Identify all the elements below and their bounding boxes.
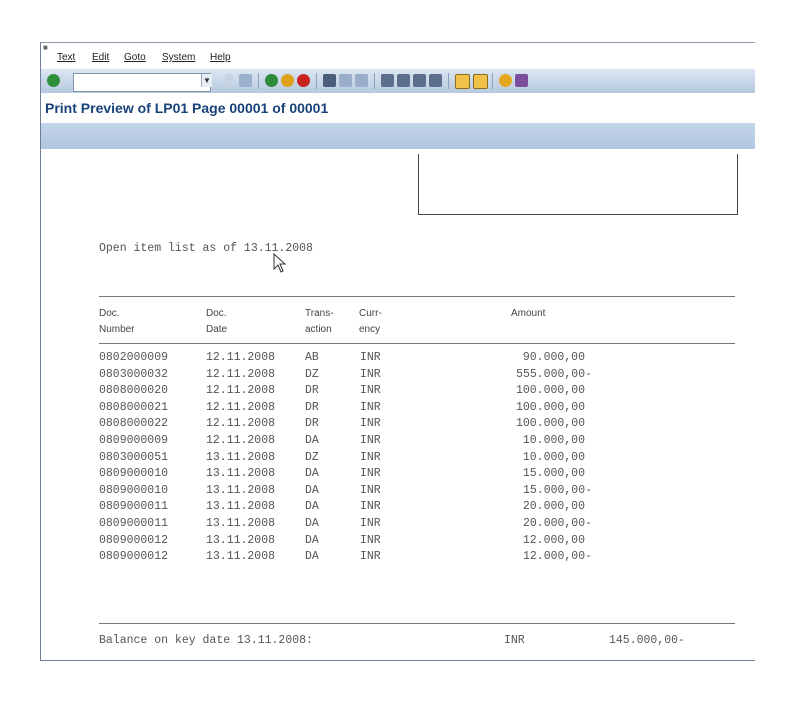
application-toolbar xyxy=(41,123,755,149)
window-menu-icon[interactable]: ■ xyxy=(43,43,48,52)
find-next-icon[interactable] xyxy=(355,74,368,87)
header-transaction: Trans-action xyxy=(305,308,334,335)
command-field[interactable] xyxy=(73,73,211,92)
help-icon[interactable] xyxy=(499,74,512,87)
title-bar: Print Preview of LP01 Page 00001 of 0000… xyxy=(41,93,755,121)
standard-toolbar: ▼ xyxy=(41,69,755,94)
exit-icon[interactable] xyxy=(281,74,294,87)
header-bottom-rule xyxy=(99,343,735,344)
amount-cell: 90.000,00 xyxy=(522,351,585,364)
shortcut-icon[interactable] xyxy=(473,74,488,89)
menu-edit[interactable]: Edit xyxy=(92,52,109,63)
header-doc-number: Doc. Number xyxy=(99,308,135,335)
header-doc-date: Doc. Date xyxy=(206,308,228,335)
header-currency: Curr-ency xyxy=(359,308,382,335)
amount-cell: 555.000,00- xyxy=(516,367,592,381)
amount-cell: 100.000,00 xyxy=(515,417,585,431)
back-icon[interactable] xyxy=(265,74,278,87)
amount-cell: 100.000,00 xyxy=(515,384,585,398)
amount-cell: 10.000,00 xyxy=(522,434,585,447)
menu-bar: ■ Text Edit Goto System Help xyxy=(41,43,755,69)
toolbar-separator xyxy=(258,73,259,89)
header-amount: Amount xyxy=(511,308,546,319)
save-icon[interactable] xyxy=(239,74,252,87)
amount-cell: 12.000,00 xyxy=(522,533,585,547)
amount-cell: 100.000,00 xyxy=(515,400,585,414)
find-icon[interactable] xyxy=(339,74,352,87)
balance-amount: 145.000,00- xyxy=(609,634,685,647)
toolbar-separator xyxy=(492,73,493,89)
create-session-icon[interactable] xyxy=(455,74,470,89)
mouse-cursor-icon xyxy=(273,253,287,273)
enter-icon[interactable] xyxy=(47,74,60,87)
cancel-icon[interactable] xyxy=(297,74,310,87)
toolbar-separator xyxy=(448,73,449,89)
command-dropdown-icon[interactable]: ▼ xyxy=(201,74,212,87)
menu-system[interactable]: System xyxy=(162,52,195,63)
amount-cell: 20.000,00 xyxy=(522,500,585,514)
toolbar-separator xyxy=(374,73,375,89)
last-page-icon[interactable] xyxy=(429,74,442,87)
print-preview-area: Open item list as of 13.11.2008 Doc. Numb… xyxy=(41,149,755,660)
header-top-rule xyxy=(99,296,735,297)
balance-currency: INR xyxy=(504,634,525,647)
sap-window: ■ Text Edit Goto System Help ▼ Print Pre… xyxy=(40,42,755,661)
total-rule xyxy=(99,623,735,624)
print-icon[interactable] xyxy=(323,74,336,87)
amount-cell: 15.000,00 xyxy=(522,467,585,481)
amount-cell: 15.000,00- xyxy=(522,483,592,497)
prev-page-icon[interactable] xyxy=(397,74,410,87)
amount-cell: 12.000,00- xyxy=(522,550,592,564)
customize-icon[interactable] xyxy=(515,74,528,87)
first-page-icon[interactable] xyxy=(381,74,394,87)
amount-cell: 10.000,00 xyxy=(522,450,585,464)
menu-goto[interactable]: Goto xyxy=(124,52,146,63)
balance-label: Balance on key date 13.11.2008: xyxy=(99,634,313,647)
toolbar-separator xyxy=(316,73,317,89)
amount-cell: 20.000,00- xyxy=(522,517,592,530)
menu-text[interactable]: Text xyxy=(57,52,75,63)
page-title: Print Preview of LP01 Page 00001 of 0000… xyxy=(45,100,329,116)
back-arrow-icon[interactable] xyxy=(225,74,233,87)
address-box xyxy=(418,154,738,215)
next-page-icon[interactable] xyxy=(413,74,426,87)
menu-help[interactable]: Help xyxy=(210,52,231,63)
